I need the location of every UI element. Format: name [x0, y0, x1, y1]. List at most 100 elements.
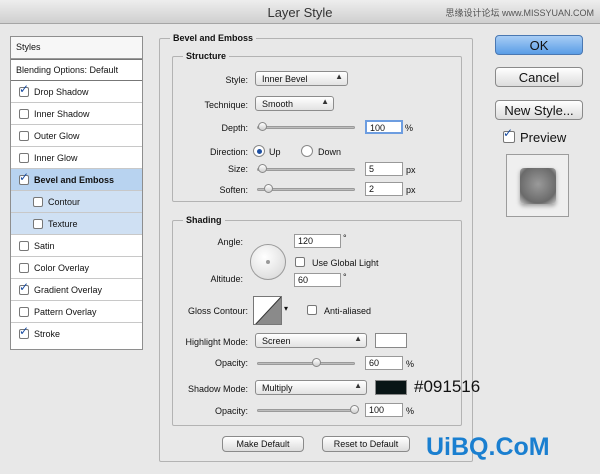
- updown-arrow-icon: ▲: [354, 334, 362, 343]
- checkbox-texture[interactable]: [33, 218, 43, 229]
- new-style-button[interactable]: New Style...: [495, 100, 583, 120]
- depth-input[interactable]: 100: [365, 120, 403, 134]
- angle-dial-center: [266, 260, 270, 264]
- style-item-bevel-emboss[interactable]: Bevel and Emboss: [11, 169, 142, 191]
- size-slider[interactable]: [257, 164, 355, 173]
- highlight-opacity-input[interactable]: 60: [365, 356, 403, 370]
- style-item-texture[interactable]: Texture: [11, 213, 142, 235]
- shadow-mode-dropdown[interactable]: Multiply ▲: [255, 380, 367, 395]
- direction-up-label[interactable]: Up: [269, 147, 281, 157]
- highlight-opacity-slider[interactable]: [257, 358, 355, 367]
- altitude-input[interactable]: 60: [294, 273, 341, 287]
- checkbox-drop-shadow[interactable]: [19, 82, 29, 97]
- highlight-mode-label: Highlight Mode:: [185, 337, 248, 347]
- style-item-drop-shadow[interactable]: Drop Shadow: [11, 81, 142, 103]
- direction-label: Direction:: [209, 147, 248, 157]
- checkbox-pattern-overlay[interactable]: [19, 306, 29, 317]
- blending-options-item[interactable]: Blending Options: Default: [11, 59, 142, 81]
- style-item-inner-shadow[interactable]: Inner Shadow: [11, 103, 142, 125]
- shadow-mode-label: Shadow Mode:: [187, 384, 248, 394]
- title-bar: Layer Style 思缘设计论坛 www.MISSYUAN.COM: [0, 0, 600, 24]
- style-item-gradient-overlay[interactable]: Gradient Overlay: [11, 279, 142, 301]
- technique-dropdown[interactable]: Smooth ▲: [255, 96, 334, 111]
- style-label: Style:: [225, 75, 248, 85]
- make-default-button[interactable]: Make Default: [222, 436, 304, 452]
- depth-unit: %: [405, 123, 414, 133]
- depth-slider-thumb[interactable]: [258, 122, 267, 131]
- checkbox-inner-shadow[interactable]: [19, 108, 29, 119]
- anti-aliased-checkbox[interactable]: [307, 305, 317, 315]
- highlight-opacity-unit: %: [406, 359, 415, 369]
- panel-title: Bevel and Emboss: [170, 33, 257, 43]
- checkbox-satin[interactable]: [19, 240, 29, 251]
- gloss-contour-label: Gloss Contour:: [187, 306, 248, 316]
- direction-down-label[interactable]: Down: [318, 147, 341, 157]
- soften-unit: px: [406, 185, 416, 195]
- depth-label: Depth:: [221, 123, 248, 133]
- shadow-opacity-unit: %: [406, 406, 415, 416]
- checkbox-gradient-overlay[interactable]: [19, 280, 29, 295]
- direction-down-radio[interactable]: [301, 145, 313, 157]
- watermark-text: 思缘设计论坛 www.MISSYUAN.COM: [445, 8, 594, 18]
- soften-input[interactable]: 2: [365, 182, 403, 196]
- contour-dropdown-arrow-icon[interactable]: ▾: [284, 304, 288, 313]
- style-item-pattern-overlay[interactable]: Pattern Overlay: [11, 301, 142, 323]
- style-item-stroke[interactable]: Stroke: [11, 323, 142, 345]
- global-light-checkbox[interactable]: [295, 257, 305, 267]
- checkbox-inner-glow[interactable]: [19, 152, 29, 163]
- preview-label[interactable]: Preview: [520, 130, 566, 145]
- brand-watermark: UiBQ.CoM: [426, 433, 550, 461]
- angle-label: Angle:: [217, 237, 243, 247]
- altitude-unit: °: [343, 272, 347, 282]
- shading-title: Shading: [183, 215, 225, 225]
- technique-label: Technique:: [204, 100, 248, 110]
- altitude-label: Altitude:: [210, 274, 243, 284]
- highlight-opacity-thumb[interactable]: [312, 358, 321, 367]
- angle-unit: °: [343, 233, 347, 243]
- reset-to-default-button[interactable]: Reset to Default: [322, 436, 410, 452]
- angle-input[interactable]: 120: [294, 234, 341, 248]
- style-item-inner-glow[interactable]: Inner Glow: [11, 147, 142, 169]
- size-label: Size:: [227, 164, 248, 174]
- style-item-contour[interactable]: Contour: [11, 191, 142, 213]
- cancel-button[interactable]: Cancel: [495, 67, 583, 87]
- highlight-opacity-label: Opacity:: [214, 358, 248, 368]
- angle-dial[interactable]: [250, 244, 286, 280]
- size-input[interactable]: 5: [365, 162, 403, 176]
- depth-slider[interactable]: [257, 122, 355, 131]
- soften-label: Soften:: [219, 185, 248, 195]
- soften-slider[interactable]: [257, 184, 355, 193]
- gloss-contour-picker[interactable]: [253, 296, 282, 325]
- shadow-opacity-input[interactable]: 100: [365, 403, 403, 417]
- checkbox-stroke[interactable]: [19, 324, 29, 339]
- updown-arrow-icon: ▲: [335, 72, 343, 81]
- direction-up-radio[interactable]: [253, 145, 265, 157]
- checkbox-color-overlay[interactable]: [19, 262, 29, 273]
- highlight-mode-dropdown[interactable]: Screen ▲: [255, 333, 367, 348]
- highlight-color-swatch[interactable]: [375, 333, 407, 348]
- styles-list: Styles Blending Options: Default Drop Sh…: [10, 36, 143, 350]
- soften-slider-thumb[interactable]: [264, 184, 273, 193]
- style-dropdown[interactable]: Inner Bevel ▲: [255, 71, 348, 86]
- checkbox-bevel-emboss[interactable]: [19, 170, 29, 185]
- checkbox-outer-glow[interactable]: [19, 130, 29, 141]
- size-unit: px: [406, 165, 416, 175]
- style-item-satin[interactable]: Satin: [11, 235, 142, 257]
- style-item-color-overlay[interactable]: Color Overlay: [11, 257, 142, 279]
- style-item-outer-glow[interactable]: Outer Glow: [11, 125, 142, 147]
- shadow-opacity-slider[interactable]: [257, 405, 359, 414]
- size-slider-thumb[interactable]: [258, 164, 267, 173]
- styles-header[interactable]: Styles: [11, 37, 142, 59]
- preview-swatch: [520, 168, 556, 204]
- anti-aliased-label[interactable]: Anti-aliased: [324, 306, 371, 316]
- shadow-opacity-thumb[interactable]: [350, 405, 359, 414]
- preview-checkbox[interactable]: [503, 126, 515, 143]
- updown-arrow-icon: ▲: [321, 97, 329, 106]
- shadow-opacity-label: Opacity:: [214, 406, 248, 416]
- ok-button[interactable]: OK: [495, 35, 583, 55]
- structure-title: Structure: [183, 51, 230, 61]
- global-light-label[interactable]: Use Global Light: [312, 258, 379, 268]
- shadow-color-swatch[interactable]: [375, 380, 407, 395]
- shadow-color-hex: #091516: [414, 377, 481, 396]
- checkbox-contour[interactable]: [33, 196, 43, 207]
